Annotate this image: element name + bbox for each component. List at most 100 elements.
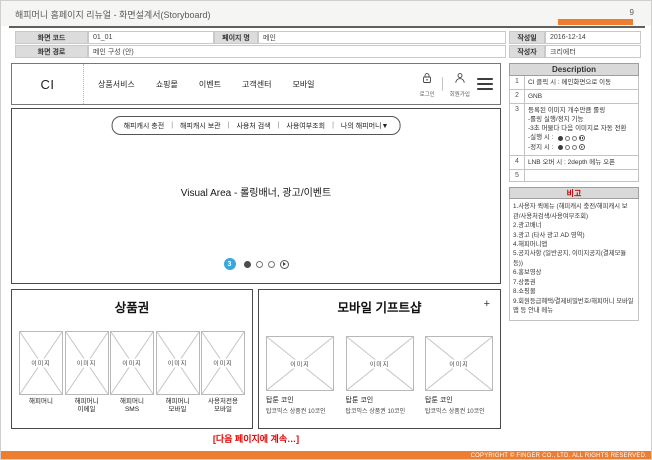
mobile-gift-desc: 탑코믹스 상품권 10코인 (425, 409, 485, 415)
gift-item[interactable]: 이미지 사용처전용 모바일 (201, 331, 245, 415)
hamburger-menu-icon[interactable] (477, 78, 493, 90)
quick-menu-store[interactable]: 해피캐시 보관 (180, 121, 221, 131)
gift-item-label: 해피머니 (29, 398, 53, 405)
mobile-gift-item[interactable]: 이미지 탑툰 코인 탑코믹스 상품권 10코인 (345, 336, 414, 415)
image-placeholder: 이미지 (64, 331, 109, 395)
signup-label: 회원가입 (449, 91, 470, 98)
description-row-2: 2 GNB (509, 90, 639, 105)
author-label: 작성자 (509, 45, 545, 58)
mobile-gift-desc: 탑코믹스 상품권 10코인 (266, 409, 326, 415)
pagination-dot-active[interactable] (243, 260, 251, 268)
image-placeholder: 이미지 (19, 331, 63, 395)
placeholder-label: 이미지 (447, 359, 471, 368)
mobile-gift-item[interactable]: 이미지 탑툰 코인 탑코믹스 상품권 10코인 (425, 336, 493, 415)
note-item: 7.상품권 (513, 278, 536, 286)
quick-menu-bar: 해피캐시 충전 | 해피캐시 보관 | 사용처 검색 | 사용여부조회 | 나의… (111, 116, 401, 135)
image-placeholder: 이미지 (425, 336, 493, 391)
quick-menu-separator: | (277, 122, 280, 129)
notes-body: 1.사용자 퀵메뉴 (해피캐시 충전/해피캐시 보관/사용처검색/사용여부조회)… (509, 199, 639, 321)
row-text: 등록된 이미지 개수만큼 롤링 -롤링 실행/정지 기능 -3초 머물다 다음 … (525, 104, 638, 155)
mobile-gift-desc: 탑코믹스 상품권 10코인 (345, 409, 406, 415)
date-value: 2016-12-14 (545, 31, 641, 44)
gift-item-label2: 이메일 (77, 406, 96, 414)
row-text: LNB 오버 시 : 2depth 메뉴 오픈 (528, 159, 616, 167)
placeholder-label: 이미지 (211, 358, 235, 368)
row-number: 2 (510, 90, 525, 104)
mobile-giftshop-thumbnails: 이미지 탑툰 코인 탑코믹스 상품권 10코인 이미지 탑툰 코인 탑코믹스 상… (266, 336, 493, 415)
mobile-giftshop-title: 모바일 기프트샵 (337, 301, 422, 315)
quick-menu-usage[interactable]: 사용여부조회 (286, 121, 325, 131)
nav-item-products[interactable]: 상품서비스 (98, 79, 135, 90)
document-title: 해피머니 홈페이지 리뉴얼 - 화면설계서(Storyboard) (15, 10, 211, 20)
screen-path-value: 메인 구성 (안) (88, 45, 506, 58)
row3-line3: -3초 머물다 다음 이미지로 자동 전환 (528, 125, 627, 133)
nav-item-event[interactable]: 이벤트 (199, 79, 221, 90)
screen-code-value: 01_01 (88, 31, 214, 44)
image-placeholder: 이미지 (201, 331, 245, 395)
screen-code-label: 화면 코드 (15, 31, 88, 44)
gift-thumbnails: 이미지 해피머니 이미지 해피머니 이메일 이미지 해피머니 SMS 이미지 해… (19, 331, 245, 415)
ci-logo[interactable]: CI (12, 64, 84, 104)
quick-menu-my-happymoney[interactable]: 나의 해피머니▼ (341, 121, 389, 131)
stop-state-label: -정지 시 : (528, 143, 554, 151)
login-button[interactable]: 로그인 (420, 71, 435, 98)
row-text (525, 170, 638, 181)
note-item: 4.해피머니앱 (513, 241, 548, 249)
mobile-gift-name: 탑툰 코인 (266, 397, 294, 404)
row-number: 5 (510, 170, 525, 182)
header-divider (9, 26, 645, 28)
placeholder-label: 이미지 (120, 358, 144, 368)
utility-divider (441, 77, 443, 91)
row3-stop-state: -정지 시 : (528, 143, 635, 152)
image-placeholder: 이미지 (345, 336, 414, 391)
quick-menu-separator: | (227, 122, 230, 129)
rolling-run-icons (557, 135, 585, 142)
signup-button[interactable]: 회원가입 (450, 71, 470, 98)
author-value: 크리에터 (545, 45, 641, 58)
login-label: 로그인 (419, 91, 435, 98)
mobile-gift-item[interactable]: 이미지 탑툰 코인 탑코믹스 상품권 10코인 (266, 336, 334, 415)
image-placeholder: 이미지 (266, 336, 334, 391)
nav-item-support[interactable]: 고객센터 (242, 79, 271, 90)
row3-line2: -롤링 실행/정지 기능 (528, 116, 584, 124)
gnb-menu: 상품서비스 쇼핑몰 이벤트 고객센터 모바일 (98, 64, 315, 104)
gift-item-label: 해피머니 (120, 398, 144, 405)
note-item: 2.광고배너 (513, 222, 542, 230)
description-header: Description (509, 63, 639, 76)
row-number: 1 (510, 76, 525, 90)
pagination-dot[interactable] (255, 260, 263, 268)
page-name-label: 페이지 명 (214, 31, 258, 44)
quick-menu-separator: | (332, 122, 334, 129)
mobile-giftshop-section: 모바일 기프트샵 + 이미지 탑툰 코인 탑코믹스 상품권 10코인 이미지 탑… (258, 289, 501, 429)
continuation-note: [다음 페이지에 계속…] (212, 434, 300, 444)
row3-run-state: -실행 시 : (528, 133, 635, 142)
note-item: 1.사용자 퀵메뉴 (해피캐시 충전/해피캐시 보관/사용처검색/사용여부조회) (513, 203, 628, 220)
more-plus-button[interactable]: + (484, 298, 490, 310)
annotation-marker-3: 3 (223, 258, 236, 270)
gift-item[interactable]: 이미지 해피머니 (19, 331, 63, 415)
gift-certificate-section: 상품권 이미지 해피머니 이미지 해피머니 이메일 이미지 해피머니 SMS 이… (11, 289, 253, 429)
banner-pagination: 3 (12, 258, 500, 270)
play-icon[interactable] (279, 259, 289, 269)
row-text: CI 클릭 시 : 메인화면으로 이동 (528, 79, 612, 86)
nav-item-shop[interactable]: 쇼핑몰 (156, 79, 178, 90)
row-number: 3 (510, 104, 525, 156)
pagination-dot[interactable] (267, 260, 275, 268)
row-number: 4 (510, 156, 525, 170)
note-item: 3.광고 (타사 광고 AD 영역) (513, 231, 585, 239)
gift-item[interactable]: 이미지 해피머니 SMS (110, 331, 154, 415)
header-accent-bar (558, 19, 633, 25)
description-panel: Description 1 CI 클릭 시 : 메인화면으로 이동 2 GNB … (509, 63, 639, 321)
run-state-label: -실행 시 : (528, 134, 554, 142)
nav-item-mobile[interactable]: 모바일 (292, 79, 314, 90)
notes-header: 비고 (509, 187, 639, 200)
gift-item[interactable]: 이미지 해피머니 모바일 (155, 331, 200, 415)
play-icon (578, 144, 585, 151)
gift-item[interactable]: 이미지 해피머니 이메일 (64, 331, 109, 415)
quick-menu-search[interactable]: 사용처 검색 (236, 121, 270, 131)
gift-item-label2: 모바일 (214, 406, 232, 414)
page-name-value: 메인 (258, 31, 506, 44)
pause-icon (578, 135, 585, 142)
quick-menu-charge[interactable]: 해피캐시 충전 (124, 121, 165, 131)
gift-item-label2: SMS (124, 406, 140, 414)
